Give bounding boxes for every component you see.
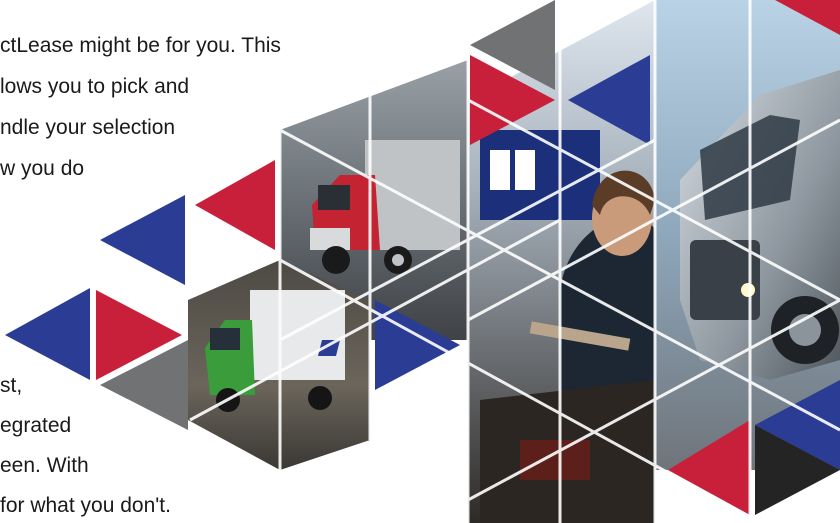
- triangle-red: [195, 160, 275, 250]
- triangle-mosaic-art: [5, 0, 840, 523]
- triangle-blue: [5, 288, 90, 380]
- triangle-blue: [100, 195, 185, 285]
